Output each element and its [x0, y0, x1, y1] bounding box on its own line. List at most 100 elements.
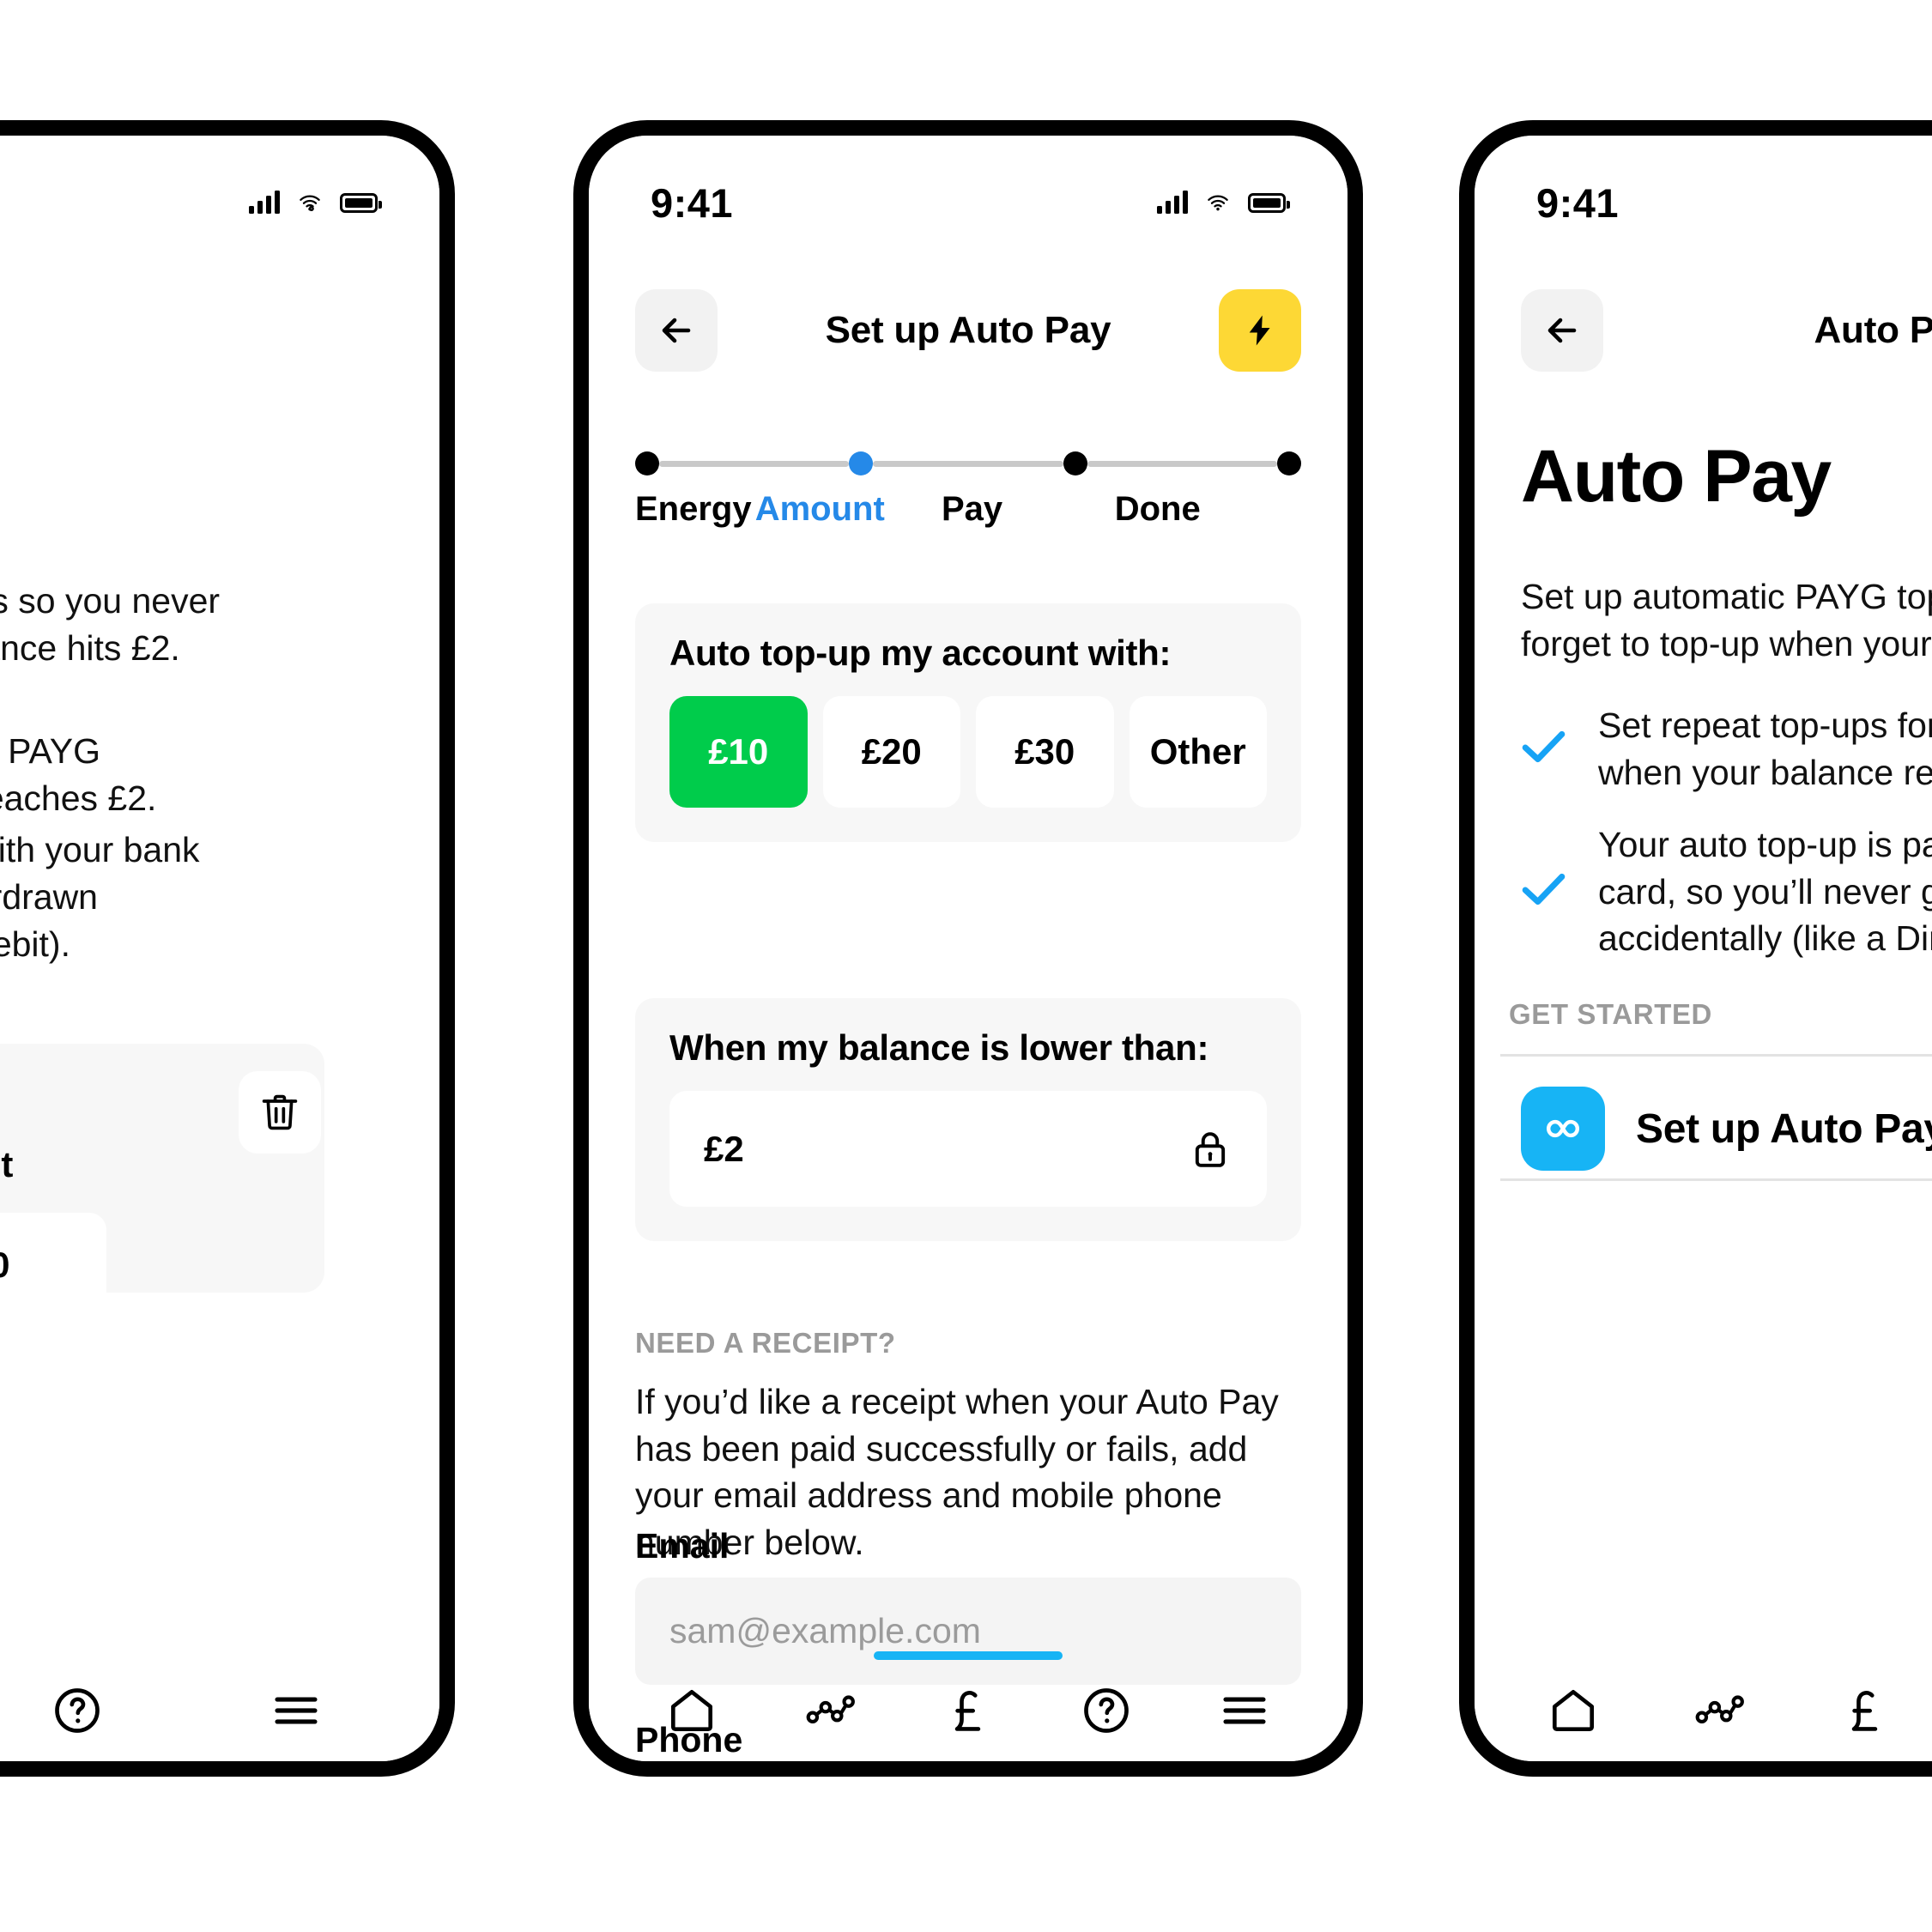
phone-frame-center: 9:41 Set up Auto Pay Energy Amount Pay D… [573, 120, 1363, 1777]
tab-pound-center[interactable] [899, 1684, 1038, 1737]
screenshot-canvas: Auto Pay c PAYG top-ups so you never whe… [0, 0, 1932, 1932]
intro-text-right: Set up automatic PAYG top-ups so you nev… [1521, 577, 1932, 663]
credit-limit-value: £2.00 [0, 1245, 10, 1286]
back-button[interactable] [635, 289, 718, 372]
threshold-card: When my balance is lower than: £2 [635, 998, 1301, 1241]
tab-pound-right[interactable] [1792, 1684, 1932, 1737]
phone-left-screen: Auto Pay c PAYG top-ups so you never whe… [0, 136, 439, 1761]
battery-icon [340, 192, 382, 213]
status-time-right: 9:41 [1536, 179, 1620, 226]
step-label-energy[interactable]: Energy [635, 490, 761, 529]
get-started-label: GET STARTED [1509, 998, 1712, 1030]
email-label: Email [635, 1526, 730, 1566]
step-dot-done[interactable] [1276, 451, 1301, 475]
battery-icon [1248, 192, 1290, 213]
signal-icon [1157, 191, 1188, 214]
progress-stepper: Energy Amount Pay Done [635, 449, 1301, 529]
back-arrow-icon [1547, 318, 1577, 343]
tab-menu-center[interactable] [1175, 1684, 1313, 1737]
status-bar-left [0, 177, 439, 228]
status-bar-right: 9:41 [1475, 177, 1932, 228]
amount-card: Auto top-up my account with: £10 £20 £30… [635, 603, 1301, 842]
status-time-center: 9:41 [651, 179, 734, 226]
status-bar-center: 9:41 [589, 177, 1348, 228]
step-label-done[interactable]: Done [1115, 490, 1301, 529]
page-title-right: Auto Pay [1814, 309, 1932, 351]
benefit-text-2: Your auto top-up is paid with your bank … [1598, 825, 1932, 959]
help-icon [1083, 1688, 1129, 1733]
list-item-set-up-auto-pay[interactable]: Set up Auto Pay [1521, 1087, 1932, 1171]
divider-top [1500, 1054, 1932, 1057]
menu-icon [275, 1697, 318, 1724]
bullet-left-a1: op-ups for your PAYG [0, 731, 100, 771]
intro-text-left-line2: when your balance hits £2. [0, 628, 180, 668]
bullet-left-b2: ll never go overdrawn [0, 877, 98, 917]
wifi-icon [300, 195, 320, 211]
help-icon [55, 1688, 100, 1733]
step-label-pay[interactable]: Pay [942, 490, 1115, 529]
step-bar-3 [1087, 460, 1277, 467]
tab-home-center[interactable] [623, 1684, 761, 1737]
list-item: Your auto top-up is paid with your bank … [1521, 821, 1932, 962]
amount-card-title: Auto top-up my account with: [669, 633, 1172, 673]
tab-home-right[interactable] [1500, 1684, 1646, 1737]
tab-bar-center [589, 1660, 1348, 1761]
amount-option-other[interactable]: Other [1129, 696, 1267, 808]
nav-bar-right: Auto Pay [1475, 283, 1932, 378]
signal-icon [249, 191, 280, 214]
home-icon [1552, 1689, 1595, 1732]
benefit-list: Set repeat top-ups for your PAYG meter w… [1521, 702, 1932, 988]
tab-menu-left[interactable] [186, 1684, 405, 1737]
check-icon [1521, 871, 1567, 911]
pound-icon [954, 1691, 981, 1731]
list-item-label: Set up Auto Pay [1636, 1105, 1932, 1152]
amount-option-20[interactable]: £20 [822, 696, 960, 808]
benefit-text-1: Set repeat top-ups for your PAYG meter w… [1598, 706, 1932, 792]
back-button-right[interactable] [1521, 289, 1603, 372]
wifi-icon [1208, 195, 1228, 211]
delete-button[interactable] [239, 1071, 321, 1154]
credit-limit-value-box[interactable]: £2.00 [0, 1213, 106, 1317]
threshold-input[interactable]: £2 [669, 1091, 1267, 1207]
tab-usage-right[interactable] [1646, 1684, 1792, 1737]
lock-icon [1195, 1131, 1226, 1167]
phone-frame-left: Auto Pay c PAYG top-ups so you never whe… [0, 120, 455, 1777]
pound-icon [1851, 1691, 1878, 1731]
page-title-left: Auto Pay [0, 309, 393, 352]
infinity-icon-tile [1521, 1087, 1605, 1171]
tab-usage-center[interactable] [761, 1684, 899, 1737]
step-label-amount[interactable]: Amount [755, 490, 942, 529]
step-dot-energy[interactable] [635, 451, 659, 475]
heading-auto-pay: Auto Pay [1521, 435, 1832, 518]
nav-bar-center: Set up Auto Pay [589, 283, 1348, 378]
amount-option-10[interactable]: £10 [669, 696, 808, 808]
amount-option-30[interactable]: £30 [976, 696, 1114, 808]
step-bar-1 [659, 460, 850, 467]
step-dot-amount[interactable] [849, 451, 874, 475]
tab-bar-right [1475, 1660, 1932, 1761]
tab-help-left[interactable] [0, 1684, 186, 1737]
page-title-center: Set up Auto Pay [825, 309, 1111, 351]
home-icon [671, 1689, 713, 1732]
phone-frame-right: 9:41 Auto Pay Auto Pay Set up automatic … [1459, 120, 1932, 1777]
home-indicator-center [874, 1651, 1063, 1660]
nav-bar-left: Auto Pay [0, 283, 439, 378]
status-icons-left [249, 191, 382, 214]
lightning-bolt-icon [1249, 315, 1270, 346]
menu-icon [1223, 1697, 1266, 1724]
back-arrow-icon [662, 318, 691, 343]
bullet-left-b3: (like a Direct Debit). [0, 924, 70, 964]
list-item: Set repeat top-ups for your PAYG meter w… [1521, 702, 1932, 796]
credit-limit-label: Credit limit [0, 1144, 14, 1184]
stepper-track [635, 449, 1301, 478]
amount-options: £10 £20 £30 Other [669, 696, 1267, 808]
threshold-value: £2 [704, 1128, 744, 1169]
tab-help-center[interactable] [1037, 1684, 1175, 1737]
status-icons-center [1157, 191, 1290, 214]
check-icon [1521, 729, 1567, 769]
usage-icon [1695, 1695, 1744, 1723]
phone-right-screen: 9:41 Auto Pay Auto Pay Set up automatic … [1475, 136, 1932, 1761]
step-dot-pay[interactable] [1063, 451, 1087, 475]
boost-button[interactable] [1219, 289, 1301, 372]
usage-icon [806, 1695, 856, 1723]
